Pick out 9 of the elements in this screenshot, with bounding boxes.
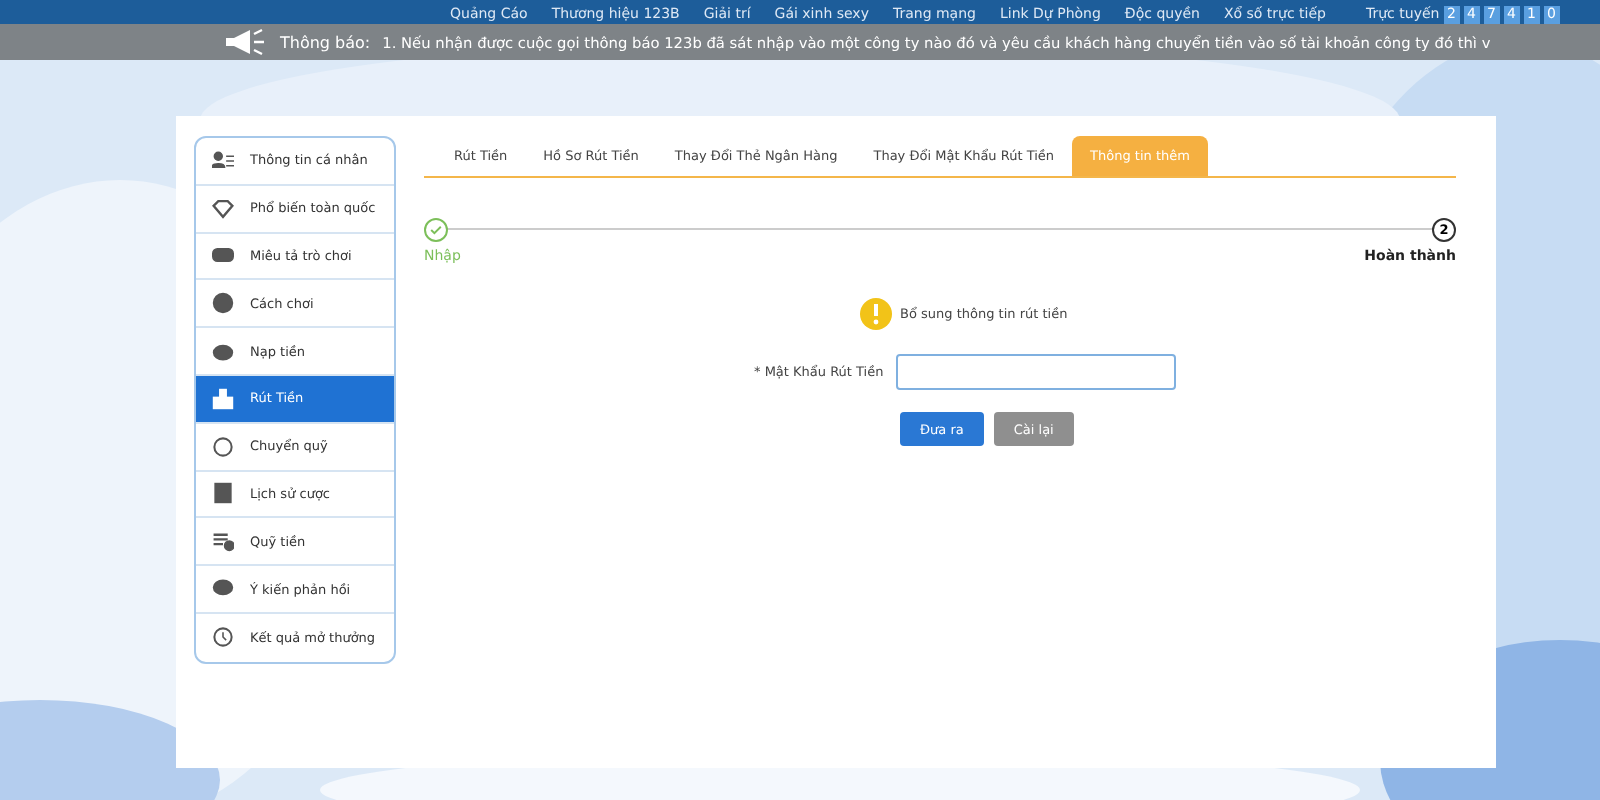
password-field[interactable] — [895, 354, 1176, 390]
history-icon — [212, 626, 234, 649]
notice-label: Thông báo: — [280, 33, 371, 51]
megaphone-icon — [224, 28, 268, 56]
warning-icon — [860, 298, 892, 330]
user-list-icon — [212, 149, 234, 172]
diamond-icon — [212, 197, 234, 220]
coin-icon — [212, 435, 234, 458]
list-icon — [212, 530, 234, 553]
